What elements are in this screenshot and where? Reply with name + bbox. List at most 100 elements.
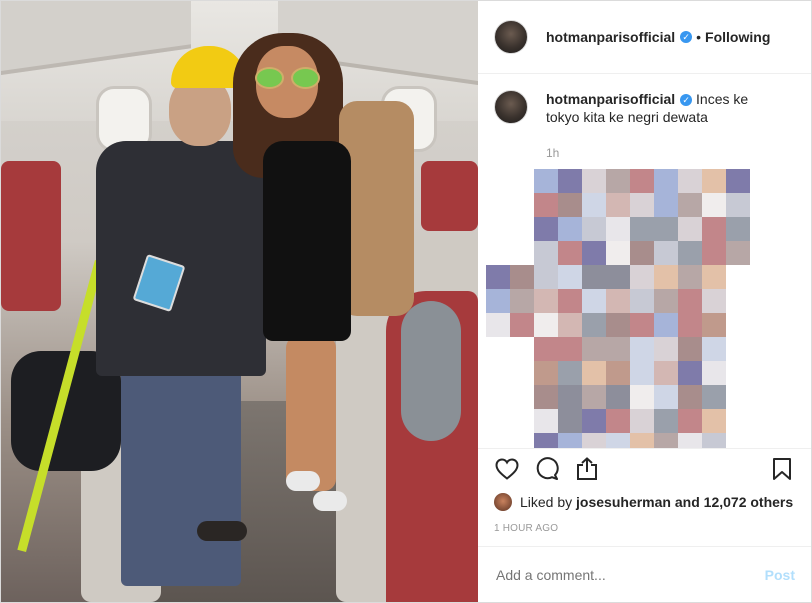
mosaic-tile [630,313,654,337]
mosaic-tile [510,361,534,385]
mosaic-tile [678,193,702,217]
mosaic-tile [726,361,750,385]
instagram-post: hotmanparisofficial ✓ • Following hotman… [0,0,812,603]
mosaic-tile [630,433,654,448]
mosaic-tile [606,217,630,241]
separator-dot: • [696,29,702,45]
mosaic-tile [750,385,774,409]
mosaic-tile [726,433,750,448]
mosaic-tile [486,433,510,448]
sneaker [313,491,347,511]
comments-area: hotmanparisofficial ✓ Inces ke tokyo kita… [478,74,811,448]
bookmark-icon[interactable] [769,456,795,482]
mosaic-tile [654,289,678,313]
posted-time[interactable]: 1 HOUR AGO [478,515,811,546]
mosaic-tile [654,265,678,289]
mosaic-tile [606,409,630,433]
heart-icon[interactable] [494,456,520,482]
mosaic-tile [582,337,606,361]
mosaic-tile [606,361,630,385]
mosaic-tile [726,409,750,433]
mosaic-tile [558,241,582,265]
liker-avatar[interactable] [494,493,512,511]
man-jeans [121,361,241,586]
cabin-seat [421,161,478,231]
post-photo[interactable] [1,1,478,602]
mosaic-tile [678,361,702,385]
mosaic-tile [582,409,606,433]
verified-icon: ✓ [680,31,693,43]
mosaic-tile [630,361,654,385]
mosaic-tile [630,385,654,409]
mosaic-tile [630,217,654,241]
mosaic-tile [510,241,534,265]
post-header: hotmanparisofficial ✓ • Following [478,1,811,74]
mosaic-tile [702,217,726,241]
mosaic-tile [510,217,534,241]
loafer [197,521,247,541]
mosaic-tile [510,385,534,409]
caption-time[interactable]: 1h [546,146,795,160]
mosaic-tile [678,217,702,241]
mosaic-tile [726,337,750,361]
mosaic-tile [702,337,726,361]
action-bar [478,448,811,489]
share-icon[interactable] [574,456,600,482]
mosaic-tile [534,337,558,361]
mosaic-tile [702,409,726,433]
caption-row: hotmanparisofficial ✓ Inces ke tokyo kita… [494,90,795,126]
mosaic-tile [726,385,750,409]
mosaic-tile [678,289,702,313]
mosaic-tile [630,265,654,289]
mosaic-tile [702,169,726,193]
caption-username[interactable]: hotmanparisofficial [546,91,675,107]
mosaic-tile [606,289,630,313]
mosaic-tile [486,265,510,289]
sunglasses [255,67,320,89]
mosaic-tile [750,169,774,193]
mosaic-tile [654,409,678,433]
mosaic-tile [486,169,510,193]
mosaic-tile [558,289,582,313]
mosaic-tile [582,361,606,385]
mosaic-tile [558,385,582,409]
mosaic-tile [678,241,702,265]
mosaic-tile [726,217,750,241]
mosaic-tile [654,361,678,385]
mosaic-tile [630,241,654,265]
mosaic-tile [486,337,510,361]
likes-prefix: Liked by [520,494,573,510]
mosaic-tile [534,433,558,448]
mosaic-tile [582,193,606,217]
mosaic-tile [678,385,702,409]
mosaic-tile [630,193,654,217]
liker-username[interactable]: josesuherman [576,494,671,510]
likes-others[interactable]: and 12,072 others [675,494,793,510]
seat-headrest [401,301,461,441]
mosaic-tile [534,169,558,193]
comment-input[interactable] [494,565,765,584]
post-comment-button[interactable]: Post [765,567,795,583]
mosaic-tile [654,433,678,448]
profile-avatar[interactable] [494,20,528,54]
comment-icon[interactable] [534,456,560,482]
username-link[interactable]: hotmanparisofficial [546,29,675,45]
mosaic-tile [630,409,654,433]
mosaic-tile [606,337,630,361]
mosaic-tile [750,265,774,289]
mosaic-tile [510,433,534,448]
woman-dress [263,141,351,341]
caption-text: hotmanparisofficial ✓ Inces ke tokyo kita… [546,90,766,126]
mosaic-tile [486,385,510,409]
following-button[interactable]: Following [705,29,770,45]
mosaic-tile [726,241,750,265]
caption-avatar[interactable] [494,90,528,124]
mosaic-tile [510,169,534,193]
add-comment-bar: Post [478,546,811,602]
mosaic-tile [582,241,606,265]
mosaic-tile [654,337,678,361]
mosaic-tile [534,385,558,409]
mosaic-tile [558,265,582,289]
cabin-seat [1,161,61,311]
mosaic-tile [486,313,510,337]
